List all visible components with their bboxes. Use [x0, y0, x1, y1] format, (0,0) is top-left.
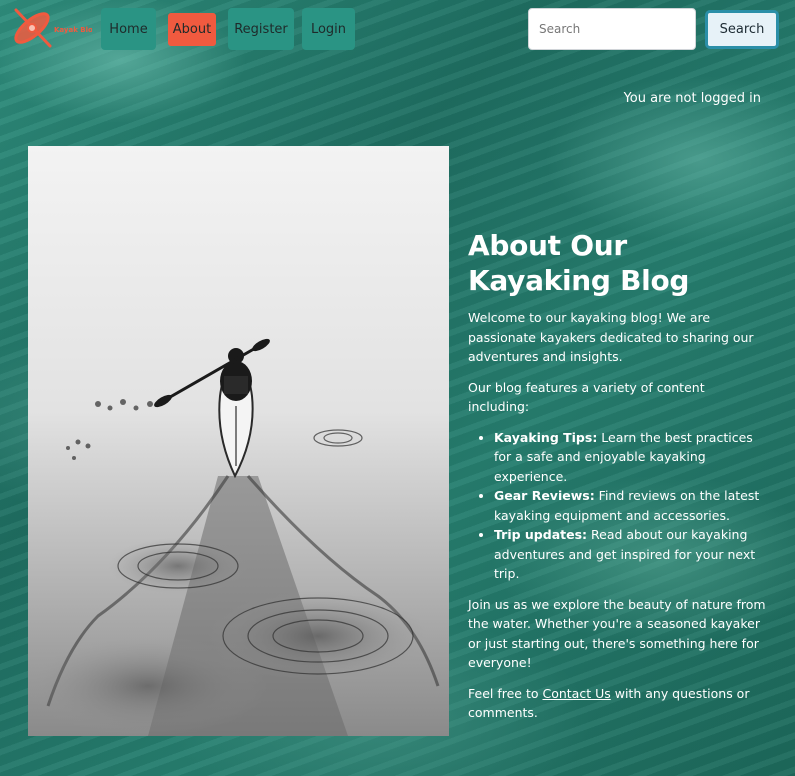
feature-label: Kayaking Tips: [494, 429, 598, 445]
feature-item: Kayaking Tips: Learn the best practices … [494, 428, 768, 487]
logo-text: Kayak Blog [54, 26, 92, 34]
nav-home-button[interactable]: Home [101, 8, 156, 50]
nav-login-button[interactable]: Login [302, 8, 355, 50]
search-button[interactable]: Search [705, 10, 779, 49]
kayak-illustration [28, 146, 449, 736]
navbar: Kayak Blog Home About Register Login Sea… [0, 0, 795, 60]
join-paragraph: Join us as we explore the beauty of natu… [468, 596, 766, 671]
features-lead: Our blog features a variety of content i… [468, 379, 705, 415]
feature-label: Gear Reviews: [494, 488, 595, 503]
feature-item: Trip updates: Read about our kayaking ad… [494, 525, 768, 584]
page-title: About Our Kayaking Blog [468, 229, 690, 297]
contact-us-link[interactable]: Contact Us [542, 686, 610, 701]
feature-item: Gear Reviews: Find reviews on the latest… [494, 486, 768, 525]
nav-about-button[interactable]: About [168, 13, 216, 46]
kayak-icon[interactable]: Kayak Blog [10, 6, 92, 52]
kayak-photo [28, 146, 449, 736]
about-content: About Our Kayaking Blog Welcome to our k… [468, 228, 768, 734]
contact-paragraph: Feel free to Contact Us with any questio… [468, 684, 768, 723]
features-list: Kayaking Tips: Learn the best practices … [494, 428, 768, 584]
feature-label: Trip updates: [494, 527, 588, 542]
nav-register-button[interactable]: Register [228, 8, 294, 50]
contact-prefix: Feel free to [468, 685, 543, 701]
intro-paragraph: Welcome to our kayaking blog! We are pas… [468, 310, 754, 364]
search-input[interactable] [528, 8, 696, 50]
login-status: You are not logged in [623, 91, 761, 106]
